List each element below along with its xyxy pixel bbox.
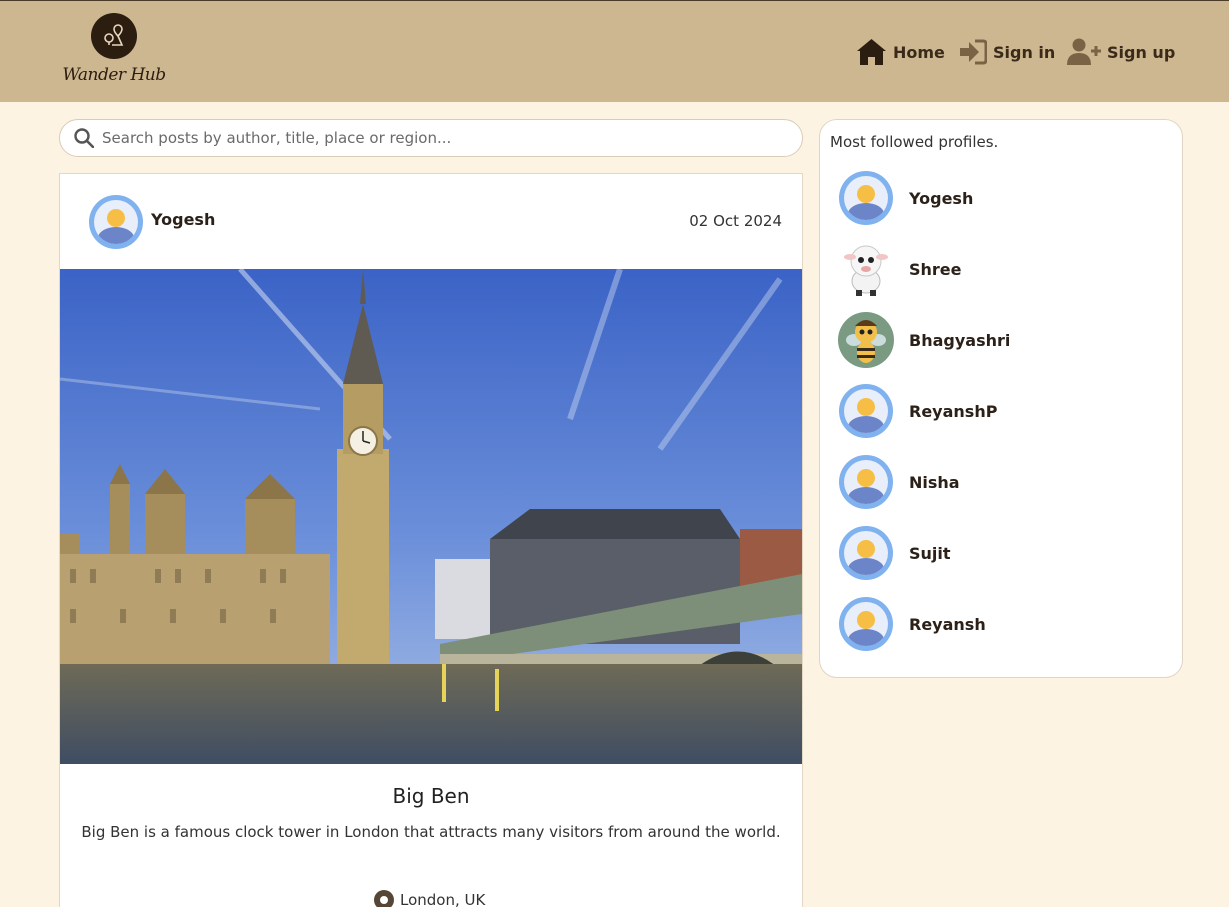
search-icon: [74, 128, 94, 148]
default-avatar: [839, 171, 893, 225]
logo-text: Wander Hub: [62, 65, 166, 85]
profile-name: Shree: [909, 259, 962, 279]
big-ben-photo: [60, 269, 802, 764]
sheep-cartoon-avatar: [844, 245, 888, 296]
profile-item[interactable]: Nisha: [838, 454, 1158, 510]
nav-signup-label: Sign up: [1107, 42, 1176, 62]
profile-item[interactable]: Sujit: [838, 525, 1158, 581]
post-title[interactable]: Big Ben: [60, 784, 802, 808]
most-followed-sidebar: Most followed profiles. Yogesh Shree Bha…: [819, 119, 1183, 678]
default-avatar: [839, 597, 893, 651]
default-avatar: [839, 526, 893, 580]
search-input[interactable]: [102, 129, 782, 147]
user-plus-icon: [1067, 38, 1101, 65]
nav-signup-link[interactable]: Sign up: [1067, 36, 1175, 68]
profile-name: ReyanshP: [909, 401, 998, 421]
top-navbar: Wander Hub Home Sign in Sign up: [0, 0, 1229, 102]
profile-name: Nisha: [909, 472, 960, 492]
profile-name: Sujit: [909, 543, 951, 563]
location-pin-icon: [374, 890, 394, 907]
app-logo[interactable]: Wander Hub: [62, 13, 166, 93]
profile-item[interactable]: Reyansh: [838, 596, 1158, 652]
post-description: Big Ben is a famous clock tower in Londo…: [81, 823, 781, 841]
map-pin-icon: [91, 13, 137, 59]
post-author-avatar[interactable]: [88, 194, 144, 250]
home-icon: [857, 39, 886, 65]
profile-item[interactable]: Shree: [838, 241, 1158, 297]
default-avatar: [839, 384, 893, 438]
profile-name: Yogesh: [909, 188, 974, 208]
bee-cartoon-avatar: [838, 312, 894, 368]
profile-name: Bhagyashri: [909, 330, 1011, 350]
post-location: London, UK: [374, 890, 485, 907]
post-location-label: London, UK: [400, 891, 486, 907]
profile-name: Reyansh: [909, 614, 986, 634]
post-card: Yogesh 02 Oct 2024 Big Ben Big Ben is a …: [59, 173, 803, 907]
default-avatar: [839, 455, 893, 509]
nav-signin-link[interactable]: Sign in: [959, 36, 1055, 68]
post-image: [60, 269, 802, 764]
post-date: 02 Oct 2024: [689, 212, 782, 230]
nav-home-link[interactable]: Home: [856, 36, 945, 68]
nav-home-label: Home: [893, 42, 945, 62]
sidebar-title: Most followed profiles.: [830, 133, 999, 151]
profile-item[interactable]: Yogesh: [838, 170, 1158, 226]
search-bar: [59, 119, 803, 157]
sign-in-icon: [960, 39, 987, 65]
profile-item[interactable]: Bhagyashri: [838, 312, 1158, 368]
post-author-name[interactable]: Yogesh: [151, 210, 215, 229]
nav-signin-label: Sign in: [993, 42, 1056, 62]
profile-item[interactable]: ReyanshP: [838, 383, 1158, 439]
